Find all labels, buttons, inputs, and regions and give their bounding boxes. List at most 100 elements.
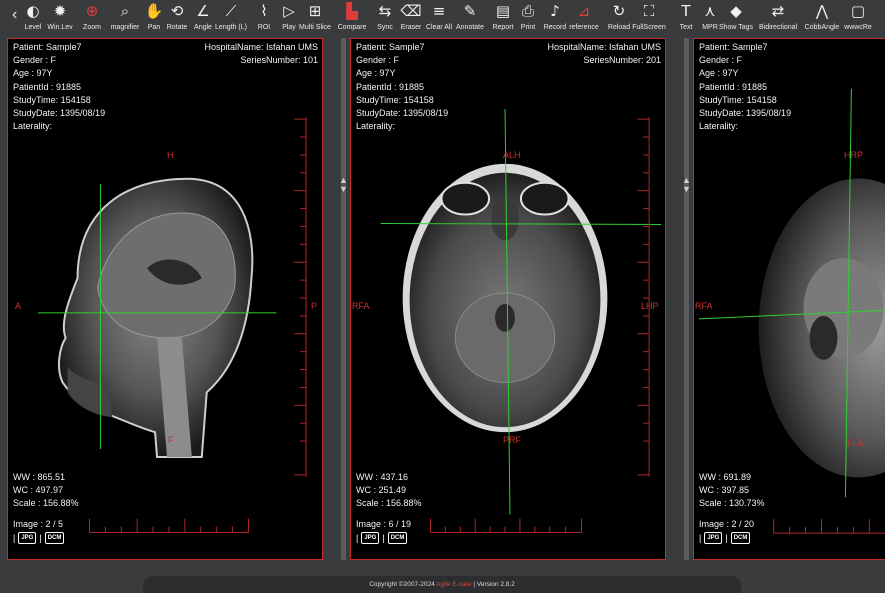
reload-icon: ↻: [612, 2, 626, 20]
scale-value: Scale : 156.88%: [13, 498, 79, 509]
patient-age: Age : 97Y: [699, 68, 739, 79]
tool-label: CobbAngle: [804, 24, 840, 31]
export-jpg-icon[interactable]: JPG: [361, 532, 380, 544]
patient-age: Age : 97Y: [13, 68, 53, 79]
patient-age: Age : 97Y: [356, 68, 396, 79]
tool-win-lev-button[interactable]: ✹ Win.Lev: [47, 0, 73, 36]
viewport-splitter[interactable]: ▲ ▼: [339, 38, 348, 560]
reference-icon: ⊿: [577, 2, 591, 20]
export-dcm-icon[interactable]: DCM: [387, 532, 408, 544]
image-index: Image : 6 / 19: [356, 519, 412, 529]
orientation-top: HRP: [844, 150, 864, 160]
window-center: WC : 251.49: [356, 485, 407, 496]
export-jpg-icon[interactable]: JPG: [704, 532, 723, 544]
orientation-right: P: [311, 301, 318, 311]
image-index: Image : 2 / 5: [13, 519, 64, 529]
tool-wwwcre-button[interactable]: ▢ wwwcRe: [844, 0, 872, 36]
hospital-name: HospitalName: Isfahan UMS: [204, 42, 318, 52]
grid-icon: ⊞: [308, 2, 322, 20]
patient-name: Patient: Sample7: [699, 42, 768, 52]
patient-info: Patient: Sample7 Gender : F Age : 97Y Pa…: [13, 41, 105, 133]
tool-length-l-button[interactable]: ⟋ Length (L): [215, 0, 247, 36]
tool-reload-button[interactable]: ↻ Reload: [606, 0, 632, 36]
play-icon: ▷: [283, 2, 295, 20]
orientation-left: A: [15, 301, 22, 311]
series-info: HospitalName: Isfahan UMS SeriesNumber: …: [547, 41, 661, 67]
viewport-axial[interactable]: Patient: Sample7 Gender : F Age : 97Y Pa…: [350, 38, 666, 560]
study-time: StudyTime: 154158: [699, 94, 777, 105]
orientation-top: H: [167, 150, 174, 160]
series-number: SeriesNumber: 201: [583, 55, 661, 66]
tool-reference-button[interactable]: ⊿ reference: [569, 0, 599, 36]
patient-gender: Gender : F: [356, 55, 400, 66]
study-time: StudyTime: 154158: [13, 94, 91, 105]
report-icon: ▤: [495, 2, 511, 20]
export-controls: | JPG | DCM: [356, 532, 408, 544]
brightness-icon: ✹: [53, 2, 67, 20]
tool-clear-all-button[interactable]: ≡ Clear All: [426, 0, 452, 36]
scale-value: Scale : 156.88%: [356, 498, 422, 509]
hospital-name: HospitalName: Isfahan UMS: [547, 42, 661, 52]
tool-multi-slice-button[interactable]: ⊞ Multi Slice: [299, 0, 331, 36]
annotate-icon: ✎: [463, 2, 477, 20]
tool-label: wwwcRe: [844, 24, 872, 31]
separator: |: [382, 533, 385, 543]
tool-label: FullScreen: [632, 24, 666, 31]
patient-info: Patient: Sample7 Gender : F Age : 97Y Pa…: [699, 41, 791, 133]
eraser-icon: ⌫: [400, 2, 422, 20]
orientation-bottom: FLA: [847, 438, 864, 448]
study-time: StudyTime: 154158: [356, 94, 434, 105]
patient-gender: Gender : F: [13, 55, 57, 66]
viewport-coronal[interactable]: Patient: Sample7 Gender : F Age : 97Y Pa…: [693, 38, 885, 560]
back-chevron-icon[interactable]: ‹: [12, 6, 17, 24]
contrast-icon: ◐: [26, 2, 40, 20]
laterality: Laterality:: [699, 121, 739, 132]
wwwc-region-icon: ▢: [850, 2, 866, 20]
orientation-left: RFA: [695, 301, 713, 311]
image-index: Image : 2 / 20: [699, 519, 755, 529]
laterality: Laterality:: [356, 121, 396, 132]
orientation-right: LHP: [641, 301, 659, 311]
separator: |: [356, 533, 359, 543]
toolbar: ‹ ◐ Level ✹ Win.Lev ⊕ Zoom ⌕ magnifier ✋ Pan ⟲ Rota…: [0, 0, 885, 36]
window-width: WW : 691.89: [699, 472, 752, 482]
tool-compare-button[interactable]: ▙ Compare: [338, 0, 367, 36]
resize-arrows-icon: ▲ ▼: [339, 175, 348, 194]
cobb-angle-icon: ⋀: [815, 2, 829, 20]
tool-show-tags-button[interactable]: ◆ Show Tags: [719, 0, 753, 36]
tool-label: Multi Slice: [299, 24, 331, 31]
mpr-icon: ⋏: [704, 2, 716, 20]
patient-id: PatientId : 91885: [356, 81, 425, 92]
window-center: WC : 397.85: [699, 485, 750, 496]
tool-annotate-button[interactable]: ✎ Annotate: [456, 0, 484, 36]
copyright-text: Copyright ©2007-2024: [369, 581, 437, 588]
patient-id: PatientId : 91885: [13, 81, 82, 92]
tool-zoom-button[interactable]: ⊕ Zoom: [79, 0, 105, 36]
separator: |: [13, 533, 16, 543]
tool-cobbangle-button[interactable]: ⋀ CobbAngle: [805, 0, 840, 36]
version-text: | Version 2.8.2: [471, 581, 515, 588]
series-number: SeriesNumber: 101: [240, 55, 318, 66]
viewport-sagittal[interactable]: Patient: Sample7 Gender : F Age : 97Y Pa…: [7, 38, 323, 560]
brand-link[interactable]: Agile E-care: [436, 581, 471, 588]
print-icon: ⎙: [521, 2, 534, 20]
tool-bidirectional-button[interactable]: ⇄ Bidirectional: [759, 0, 797, 36]
export-dcm-icon[interactable]: DCM: [730, 532, 751, 544]
study-date: StudyDate: 1395/08/19: [356, 108, 449, 119]
resize-arrows-icon: ▲ ▼: [682, 175, 691, 194]
fullscreen-icon: ⛶: [643, 2, 655, 20]
export-dcm-icon[interactable]: DCM: [44, 532, 65, 544]
zoom-icon: ⊕: [85, 2, 99, 20]
clear-all-icon: ≡: [432, 2, 446, 20]
tool-label: Bidirectional: [759, 24, 798, 31]
viewport-splitter[interactable]: ▲ ▼: [682, 38, 691, 560]
patient-info: Patient: Sample7 Gender : F Age : 97Y Pa…: [356, 41, 448, 133]
orientation-bottom: F: [168, 435, 174, 445]
tool-label: reference: [569, 24, 599, 31]
export-jpg-icon[interactable]: JPG: [18, 532, 37, 544]
orientation-left: RFA: [352, 301, 370, 311]
tool-fullscreen-button[interactable]: ⛶ FullScreen: [632, 0, 665, 36]
window-width: WW : 865.51: [13, 472, 66, 482]
sync-icon: ⇆: [378, 2, 392, 20]
microphone-icon: ♪: [550, 2, 560, 20]
